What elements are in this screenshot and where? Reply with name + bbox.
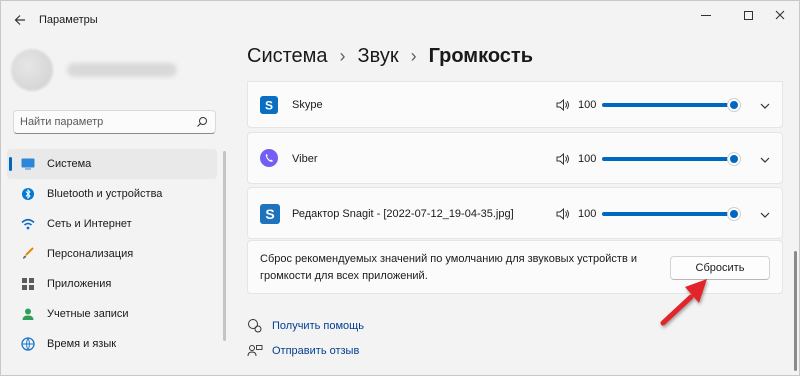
close-icon <box>775 10 785 20</box>
search-box[interactable] <box>13 110 216 134</box>
close-button[interactable] <box>765 5 795 25</box>
app-title: Параметры <box>39 14 98 26</box>
account-icon <box>21 307 35 321</box>
breadcrumb: Система › Звук › Громкость <box>247 45 533 68</box>
slider-thumb[interactable] <box>727 152 741 166</box>
skype-icon: S <box>260 96 278 114</box>
chevron-down-icon[interactable] <box>760 101 770 111</box>
slider-thumb[interactable] <box>727 207 741 221</box>
reset-button[interactable]: Сбросить <box>670 256 770 280</box>
maximize-button[interactable] <box>733 5 763 25</box>
send-feedback-link[interactable]: Отправить отзыв <box>247 343 359 359</box>
globe-clock-icon <box>21 337 35 351</box>
sidebar-item-label: Сеть и Интернет <box>47 218 132 230</box>
sidebar-item-apps[interactable]: Приложения <box>7 269 217 299</box>
sidebar-item-personalization[interactable]: Персонализация <box>7 239 217 269</box>
svg-text:S: S <box>265 99 273 113</box>
settings-window: Параметры Система Bluetooth и устройства <box>0 0 800 376</box>
sidebar-item-bluetooth[interactable]: Bluetooth и устройства <box>7 179 217 209</box>
avatar <box>11 49 53 91</box>
sidebar-item-time-language[interactable]: Время и язык <box>7 329 217 359</box>
back-arrow-icon <box>14 15 25 25</box>
sidebar-item-label: Приложения <box>47 278 112 290</box>
slider-fill <box>602 157 734 161</box>
volume-value: 100 <box>578 99 597 111</box>
sidebar-item-accounts[interactable]: Учетные записи <box>7 299 217 329</box>
breadcrumb-separator: › <box>339 46 346 66</box>
app-name: Skype <box>292 99 323 111</box>
main-scrollbar[interactable] <box>794 251 797 371</box>
sidebar-item-system[interactable]: Система <box>7 149 217 179</box>
app-volume-row-viber: Viber 100 <box>247 132 783 184</box>
app-name: Viber <box>292 153 318 165</box>
speaker-icon[interactable] <box>556 99 570 111</box>
chevron-down-icon[interactable] <box>760 155 770 165</box>
feedback-icon <box>247 343 263 359</box>
svg-text:S: S <box>265 206 274 222</box>
sidebar-scrollbar[interactable] <box>223 151 226 341</box>
viber-icon <box>260 149 278 167</box>
minimize-button[interactable] <box>691 5 721 25</box>
help-icon <box>247 318 263 334</box>
reset-description: Сброс рекомендуемых значений по умолчани… <box>260 253 638 282</box>
sidebar-item-network[interactable]: Сеть и Интернет <box>7 209 217 239</box>
app-volume-row-snagit: S Редактор Snagit - [2022-07-12_19-04-35… <box>247 187 783 239</box>
sidebar-nav: Система Bluetooth и устройства Сеть и Ин… <box>7 149 217 359</box>
chevron-down-icon[interactable] <box>760 210 770 220</box>
breadcrumb-separator: › <box>410 46 417 66</box>
minimize-icon <box>701 14 711 16</box>
search-icon <box>197 117 207 127</box>
brush-icon <box>21 247 35 261</box>
reset-volume-card: Сброс рекомендуемых значений по умолчани… <box>247 240 783 294</box>
breadcrumb-sound[interactable]: Звук <box>358 45 399 68</box>
slider-fill <box>602 212 734 216</box>
slider-thumb[interactable] <box>727 98 741 112</box>
help-link-label: Получить помощь <box>272 320 364 332</box>
profile-name-redacted <box>67 63 177 77</box>
speaker-icon[interactable] <box>556 153 570 165</box>
bluetooth-icon <box>21 187 35 201</box>
app-volume-row-skype: S Skype 100 <box>247 81 783 128</box>
volume-slider[interactable] <box>602 152 742 166</box>
snagit-icon: S <box>260 204 280 224</box>
apps-icon <box>21 277 35 291</box>
monitor-icon <box>21 157 35 171</box>
sidebar-item-label: Время и язык <box>47 338 117 350</box>
title-bar: Параметры <box>1 1 800 37</box>
get-help-link[interactable]: Получить помощь <box>247 318 364 334</box>
sidebar-item-label: Персонализация <box>47 248 134 260</box>
breadcrumb-system[interactable]: Система <box>247 45 328 68</box>
wifi-icon <box>21 217 35 231</box>
slider-fill <box>602 103 734 107</box>
sidebar-item-label: Система <box>47 158 92 170</box>
search-input[interactable] <box>20 114 190 130</box>
sidebar-item-label: Bluetooth и устройства <box>47 188 163 200</box>
sidebar-item-label: Учетные записи <box>47 308 129 320</box>
user-profile[interactable] <box>11 49 211 91</box>
volume-slider[interactable] <box>602 207 742 221</box>
page-title: Громкость <box>428 45 534 67</box>
back-button[interactable] <box>9 9 31 31</box>
speaker-icon[interactable] <box>556 208 570 220</box>
maximize-icon <box>743 10 753 20</box>
app-name: Редактор Snagit - [2022-07-12_19-04-35.j… <box>292 208 514 220</box>
volume-value: 100 <box>578 208 597 220</box>
volume-value: 100 <box>578 153 597 165</box>
volume-slider[interactable] <box>602 98 742 112</box>
feedback-link-label: Отправить отзыв <box>272 345 360 357</box>
